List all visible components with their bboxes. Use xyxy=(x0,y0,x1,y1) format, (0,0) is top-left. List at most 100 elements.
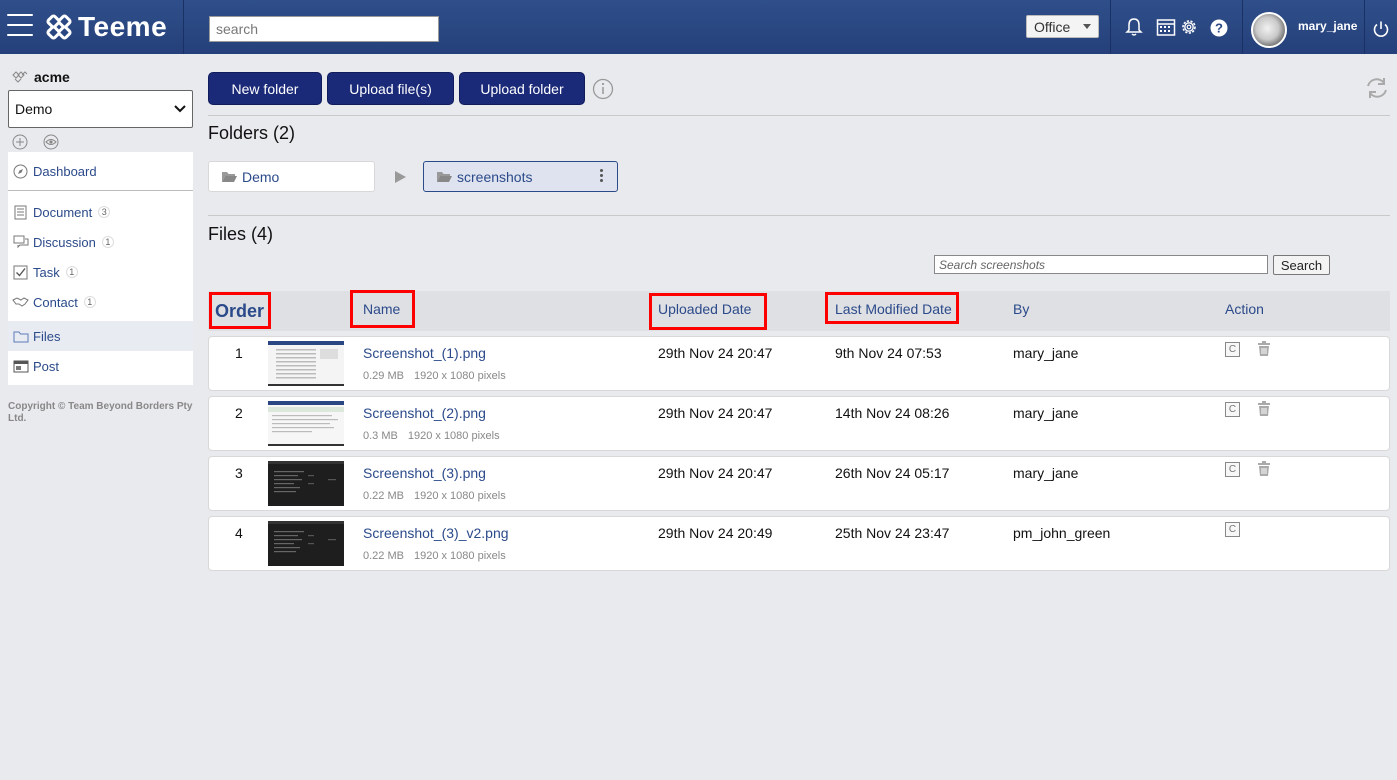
sidebar: acme Demo Dashboard Document 3 Discussio… xyxy=(8,64,193,425)
file-search-input[interactable] xyxy=(934,255,1268,274)
upload-folder-button[interactable]: Upload folder xyxy=(459,72,585,105)
copy-link-icon[interactable]: C xyxy=(1225,462,1240,477)
search-button[interactable]: Search xyxy=(1273,255,1330,275)
sidebar-item-label: Files xyxy=(33,328,61,344)
sidebar-item-post[interactable]: Post xyxy=(8,351,193,381)
avatar[interactable] xyxy=(1251,12,1287,48)
add-circle-icon[interactable] xyxy=(12,134,28,150)
row-order: 2 xyxy=(235,405,243,421)
file-meta: 0.3 MB 1920 x 1080 pixels xyxy=(363,430,500,442)
svg-text:?: ? xyxy=(1215,21,1223,36)
handshake-icon xyxy=(12,297,29,307)
file-dimensions: 1920 x 1080 pixels xyxy=(407,430,500,442)
file-size: 0.3 MB xyxy=(363,430,398,442)
divider xyxy=(8,190,193,191)
space-select[interactable]: Demo xyxy=(8,90,193,128)
file-thumbnail[interactable] xyxy=(268,461,344,506)
files-table-header: Order Name Uploaded Date Last Modified D… xyxy=(208,290,1390,331)
app-logo[interactable]: Teeme xyxy=(46,10,167,44)
toolbar: New folder Upload file(s) Upload folder xyxy=(208,72,1390,105)
more-options-icon[interactable] xyxy=(600,169,603,182)
highlight-box xyxy=(350,290,415,328)
count-badge: 1 xyxy=(101,236,114,248)
highlight-box xyxy=(649,293,767,330)
files-title: Files (4) xyxy=(208,224,274,244)
folder-card-demo[interactable]: Demo xyxy=(208,161,375,192)
divider xyxy=(183,0,184,54)
uploaded-date: 29th Nov 24 20:47 xyxy=(658,345,773,361)
trash-icon[interactable] xyxy=(1257,401,1271,417)
gear-icon[interactable] xyxy=(1179,17,1199,37)
uploaded-date: 29th Nov 24 20:49 xyxy=(658,525,773,541)
copy-link-icon[interactable]: C xyxy=(1225,402,1240,417)
sidebar-item-contact[interactable]: Contact 1 xyxy=(8,287,193,317)
folders-title: Folders (2) xyxy=(208,123,296,143)
file-name-link[interactable]: Screenshot_(3)_v2.png xyxy=(363,525,509,541)
help-icon[interactable]: ? xyxy=(1210,19,1228,37)
row-order: 4 xyxy=(235,525,243,541)
calendar-icon[interactable] xyxy=(1156,17,1176,37)
trash-icon[interactable] xyxy=(1257,341,1271,357)
file-thumbnail[interactable] xyxy=(268,401,344,446)
sidebar-item-discussion[interactable]: Discussion 1 xyxy=(8,227,193,257)
username[interactable]: mary_jane xyxy=(1298,19,1357,33)
space-actions xyxy=(8,128,193,152)
file-meta: 0.29 MB 1920 x 1080 pixels xyxy=(363,370,506,382)
table-row: 2 Screenshot_(2).png 0.3 MB 1920 x 1080 p… xyxy=(208,396,1390,451)
compass-icon xyxy=(13,164,28,178)
menu-icon[interactable] xyxy=(7,14,33,38)
uploaded-by: mary_jane xyxy=(1013,465,1079,481)
copyright-text: Copyright © Team Beyond Borders Pty Ltd. xyxy=(8,401,193,424)
space-select-value: Demo xyxy=(15,101,53,117)
divider xyxy=(1242,0,1243,54)
row-order: 1 xyxy=(235,345,243,361)
folder-breadcrumb: Demo screenshots xyxy=(208,161,1390,192)
copy-link-icon[interactable]: C xyxy=(1225,522,1240,537)
file-name-link[interactable]: Screenshot_(2).png xyxy=(363,405,486,421)
sidebar-item-document[interactable]: Document 3 xyxy=(8,197,193,227)
copy-link-icon[interactable]: C xyxy=(1225,342,1240,357)
team-icon xyxy=(12,71,28,83)
count-badge: 3 xyxy=(98,206,111,218)
file-meta: 0.22 MB 1920 x 1080 pixels xyxy=(363,550,506,562)
bell-icon[interactable] xyxy=(1124,17,1144,37)
file-dimensions: 1920 x 1080 pixels xyxy=(413,370,506,382)
folder-card-screenshots[interactable]: screenshots xyxy=(423,161,618,192)
top-navigation-bar: Teeme Office ? mary_jane xyxy=(0,0,1397,54)
sidebar-item-label: Document xyxy=(33,204,93,220)
file-thumbnail[interactable] xyxy=(268,341,344,386)
table-row: 1 Screenshot_(1).png 0.29 MB 1920 x 1080 … xyxy=(208,336,1390,391)
sidebar-item-label: Post xyxy=(33,358,60,374)
file-thumbnail[interactable] xyxy=(268,521,344,566)
main-content: New folder Upload file(s) Upload folder … xyxy=(208,72,1390,571)
workspace-select[interactable]: Office xyxy=(1026,15,1099,38)
global-search-input[interactable] xyxy=(209,16,439,42)
new-folder-button[interactable]: New folder xyxy=(208,72,322,105)
uploaded-by: mary_jane xyxy=(1013,345,1079,361)
info-icon[interactable] xyxy=(592,78,614,100)
divider xyxy=(208,115,1390,116)
trash-icon[interactable] xyxy=(1257,461,1271,477)
file-dimensions: 1920 x 1080 pixels xyxy=(413,550,506,562)
power-icon[interactable] xyxy=(1372,20,1390,38)
sidebar-item-label: Dashboard xyxy=(33,163,97,179)
eye-icon[interactable] xyxy=(42,134,60,150)
sidebar-item-dashboard[interactable]: Dashboard xyxy=(8,156,193,186)
org-name: acme xyxy=(34,69,70,85)
file-dimensions: 1920 x 1080 pixels xyxy=(413,490,506,502)
uploaded-date: 29th Nov 24 20:47 xyxy=(658,405,773,421)
file-search: Search xyxy=(934,255,1330,275)
column-by[interactable]: By xyxy=(1013,301,1029,317)
arrow-right-icon xyxy=(395,170,406,183)
workspace-select-value: Office xyxy=(1034,18,1071,35)
sidebar-item-task[interactable]: Task 1 xyxy=(8,257,193,287)
refresh-icon[interactable] xyxy=(1364,76,1390,100)
task-icon xyxy=(13,265,28,279)
file-name-link[interactable]: Screenshot_(1).png xyxy=(363,345,486,361)
table-row: 4 Screenshot_(3)_v2.png 0.22 MB 1920 x 10… xyxy=(208,516,1390,571)
file-name-link[interactable]: Screenshot_(3).png xyxy=(363,465,486,481)
upload-files-button[interactable]: Upload file(s) xyxy=(327,72,454,105)
file-size: 0.22 MB xyxy=(363,550,404,562)
divider xyxy=(1364,0,1365,54)
sidebar-item-files[interactable]: Files xyxy=(8,321,193,351)
